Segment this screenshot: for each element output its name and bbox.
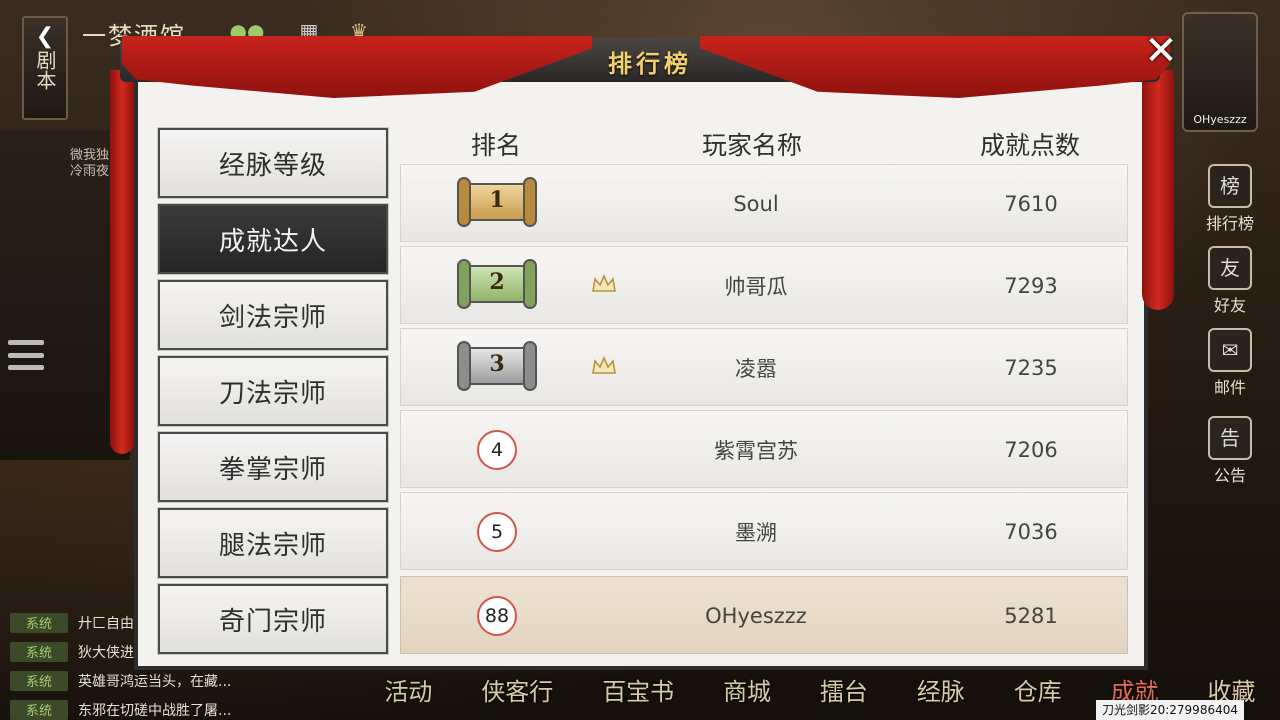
nav-activity[interactable]: 活动 <box>384 672 432 712</box>
score: 7610 <box>1004 192 1058 216</box>
chat-tag: 系统 <box>10 641 68 662</box>
right-menu-label: 排行榜 <box>1205 214 1254 233</box>
chat-row: 系统 英雄哥鸿运当头，在藏... <box>10 666 310 695</box>
back-button[interactable]: ❮ 剧本 <box>22 16 68 120</box>
rank-number: 3 <box>489 351 505 377</box>
nav-xiakexing[interactable]: 侠客行 <box>481 672 553 712</box>
chat-tag: 系统 <box>10 670 68 691</box>
curtain-drape-left <box>110 70 134 454</box>
table-row[interactable]: 4 紫霄宫苏 7206 <box>400 410 1128 488</box>
player-name: 紫霄宫苏 <box>714 439 798 463</box>
nav-meridian[interactable]: 经脉 <box>917 672 965 712</box>
category-label: 成就达人 <box>218 226 327 257</box>
column-header-score: 成就点数 <box>979 131 1080 160</box>
right-menu-mail[interactable]: ✉ 邮件 <box>1192 328 1268 398</box>
back-button-label: 剧本 <box>33 50 57 90</box>
category-blade-master[interactable]: 刀法宗师 <box>157 355 389 427</box>
right-menu-friends[interactable]: 友 好友 <box>1192 246 1268 316</box>
score: 7235 <box>1004 356 1058 380</box>
right-menu-label: 公告 <box>1213 466 1246 485</box>
close-icon: ✕ <box>1144 28 1178 74</box>
player-name: 墨溯 <box>735 521 777 545</box>
player-name: 帅哥瓜 <box>724 275 788 299</box>
category-achievement-master[interactable]: 成就达人 <box>157 203 389 275</box>
chevron-left-icon: ❮ <box>35 24 55 49</box>
player-card-name: OHyeszzz <box>1193 113 1247 126</box>
rank-number: 1 <box>489 187 505 213</box>
player-card[interactable]: OHyeszzz <box>1182 12 1258 132</box>
category-exotic-master[interactable]: 奇门宗师 <box>157 583 389 655</box>
table-row[interactable]: 2 帅哥瓜 7293 <box>400 246 1128 324</box>
curtain-drape-right <box>1142 70 1174 310</box>
player-name: Soul <box>733 192 779 216</box>
nav-warehouse[interactable]: 仓库 <box>1014 672 1062 712</box>
crown-icon <box>592 356 616 374</box>
table-row[interactable]: 3 凌嚣 7235 <box>400 328 1128 406</box>
right-menu-announcement[interactable]: 告 公告 <box>1192 416 1268 486</box>
table-row[interactable]: 5 墨溯 7036 <box>400 492 1128 570</box>
category-label: 剑法宗师 <box>218 302 327 333</box>
footer-info: 刀光剑影20:279986404 <box>1095 700 1244 720</box>
category-fist-master[interactable]: 拳掌宗师 <box>157 431 389 503</box>
gold-scroll-icon: 1 <box>457 177 537 227</box>
announcement-icon: 告 <box>1208 416 1252 460</box>
category-label: 经脉等级 <box>218 150 327 181</box>
friends-icon: 友 <box>1208 246 1252 290</box>
category-leg-master[interactable]: 腿法宗师 <box>157 507 389 579</box>
category-label: 拳掌宗师 <box>218 454 327 485</box>
crown-icon <box>592 274 616 292</box>
player-name: 凌嚣 <box>735 357 777 381</box>
chat-tag: 系统 <box>10 612 68 633</box>
silver-scroll-icon: 3 <box>457 341 537 391</box>
chat-text: 狄大侠进 <box>78 644 134 661</box>
nav-treasure-book[interactable]: 百宝书 <box>602 672 674 712</box>
green-scroll-icon: 2 <box>457 259 537 309</box>
category-label: 刀法宗师 <box>218 378 327 409</box>
column-header-rank: 排名 <box>470 131 521 160</box>
score: 7206 <box>1004 438 1058 462</box>
chat-text: 东邪在切磋中战胜了屠... <box>78 702 232 719</box>
right-menu-label: 邮件 <box>1213 378 1246 397</box>
category-sword-master[interactable]: 剑法宗师 <box>157 279 389 351</box>
nav-shop[interactable]: 商城 <box>723 672 771 712</box>
right-menu-label: 好友 <box>1213 296 1246 315</box>
rank-number: 4 <box>477 430 517 470</box>
ranking-icon: 榜 <box>1208 164 1252 208</box>
chat-tag: 系统 <box>10 699 68 720</box>
category-meridian-level[interactable]: 经脉等级 <box>157 127 389 199</box>
score: 7036 <box>1004 520 1058 544</box>
category-label: 奇门宗师 <box>218 606 327 637</box>
rank-number: 5 <box>477 512 517 552</box>
chat-text: 廾匚自由 <box>78 615 134 632</box>
menu-icon[interactable] <box>8 340 44 370</box>
player-name: OHyeszzz <box>705 604 807 628</box>
rank-number: 88 <box>477 596 517 636</box>
table-row[interactable]: 1 Soul 7610 <box>400 164 1128 242</box>
close-button[interactable]: ✕ <box>1138 28 1184 74</box>
panel-title: 排行榜 <box>608 49 692 78</box>
score: 5281 <box>1004 604 1058 628</box>
rank-number: 2 <box>489 269 505 295</box>
table-row-self[interactable]: 88 OHyeszzz 5281 <box>400 576 1128 654</box>
nav-arena[interactable]: 擂台 <box>820 672 868 712</box>
score: 7293 <box>1004 274 1058 298</box>
chat-row: 系统 东邪在切磋中战胜了屠... <box>10 695 310 720</box>
chat-text: 英雄哥鸿运当头，在藏... <box>78 673 232 690</box>
mail-icon: ✉ <box>1208 328 1252 372</box>
column-header-player: 玩家名称 <box>701 131 802 160</box>
right-menu-ranking[interactable]: 榜 排行榜 <box>1192 164 1268 234</box>
character-note: 微我独 冷雨夜 <box>70 148 110 179</box>
category-label: 腿法宗师 <box>218 530 327 561</box>
